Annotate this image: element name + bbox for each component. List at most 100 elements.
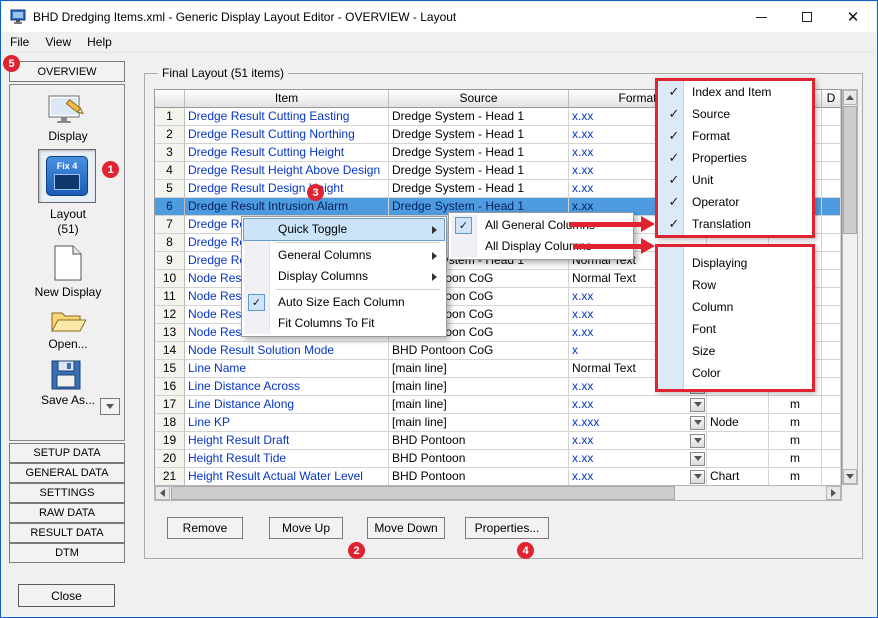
row-number[interactable]: 9: [155, 252, 185, 270]
cell-display[interactable]: [822, 216, 841, 234]
row-number[interactable]: 3: [155, 144, 185, 162]
cell-display[interactable]: [822, 288, 841, 306]
cell-display[interactable]: [822, 198, 841, 216]
cell-display[interactable]: [822, 396, 841, 414]
cell-format[interactable]: x.xxx: [569, 414, 707, 432]
row-number[interactable]: 15: [155, 360, 185, 378]
cell-source[interactable]: Dredge System - Head 1: [389, 144, 569, 162]
menu-item-general-columns[interactable]: General Columns: [244, 245, 444, 266]
column-toggle-index-and-item[interactable]: ✓Index and Item: [658, 81, 812, 103]
format-dropdown-button[interactable]: [690, 398, 705, 412]
sidebar-item-general-data[interactable]: GENERAL DATA: [9, 463, 125, 483]
cell-display[interactable]: [822, 234, 841, 252]
row-number[interactable]: 17: [155, 396, 185, 414]
cell-source[interactable]: BHD Pontoon: [389, 450, 569, 468]
sidebar-overview-button[interactable]: OVERVIEW: [9, 61, 125, 82]
menu-file[interactable]: File: [2, 33, 37, 51]
column-header-d[interactable]: D: [822, 90, 841, 108]
cell-display[interactable]: [822, 450, 841, 468]
cell-display[interactable]: [822, 468, 841, 486]
save-as-button[interactable]: [50, 359, 82, 394]
cell-format[interactable]: x.xx: [569, 468, 707, 486]
cell-properties[interactable]: [707, 432, 769, 450]
cell-unit[interactable]: m: [769, 468, 822, 486]
display-button[interactable]: [48, 95, 86, 132]
row-number[interactable]: 12: [155, 306, 185, 324]
cell-display[interactable]: [822, 342, 841, 360]
column-toggle-translation[interactable]: ✓Translation: [658, 213, 812, 235]
row-number[interactable]: 13: [155, 324, 185, 342]
move-down-button[interactable]: Move Down: [367, 517, 445, 539]
row-number[interactable]: 21: [155, 468, 185, 486]
cell-display[interactable]: [822, 180, 841, 198]
row-number[interactable]: 10: [155, 270, 185, 288]
column-header-0[interactable]: [155, 90, 185, 108]
column-toggle-operator[interactable]: ✓Operator: [658, 191, 812, 213]
cell-unit[interactable]: m: [769, 396, 822, 414]
cell-source[interactable]: [main line]: [389, 414, 569, 432]
cell-format[interactable]: x.xx: [569, 432, 707, 450]
row-number[interactable]: 16: [155, 378, 185, 396]
vertical-scrollbar[interactable]: [842, 89, 858, 485]
cell-unit[interactable]: m: [769, 432, 822, 450]
column-toggle-color[interactable]: Color: [658, 362, 812, 384]
column-toggle-displaying[interactable]: Displaying: [658, 252, 812, 274]
cell-source[interactable]: BHD Pontoon CoG: [389, 342, 569, 360]
row-number[interactable]: 8: [155, 234, 185, 252]
format-dropdown-button[interactable]: [690, 452, 705, 466]
properties-button[interactable]: Properties...: [465, 517, 549, 539]
column-toggle-size[interactable]: Size: [658, 340, 812, 362]
cell-properties[interactable]: Chart: [707, 468, 769, 486]
menu-help[interactable]: Help: [79, 33, 120, 51]
sidebar-item-setup-data[interactable]: SETUP DATA: [9, 443, 125, 463]
cell-item[interactable]: Line Distance Across: [185, 378, 389, 396]
row-number[interactable]: 18: [155, 414, 185, 432]
menu-item-auto-size-each-column[interactable]: ✓Auto Size Each Column: [244, 292, 444, 313]
cell-item[interactable]: Dredge Result Cutting Easting: [185, 108, 389, 126]
cell-item[interactable]: Dredge Result Intrusion Alarm: [185, 198, 389, 216]
column-toggle-format[interactable]: ✓Format: [658, 125, 812, 147]
cell-display[interactable]: [822, 126, 841, 144]
format-dropdown-button[interactable]: [690, 416, 705, 430]
cell-item[interactable]: Line Distance Along: [185, 396, 389, 414]
column-header-item[interactable]: Item: [185, 90, 389, 108]
sidebar-item-raw-data[interactable]: RAW DATA: [9, 503, 125, 523]
cell-source[interactable]: [main line]: [389, 360, 569, 378]
scroll-up-button[interactable]: [843, 90, 857, 105]
menu-view[interactable]: View: [37, 33, 79, 51]
row-number[interactable]: 19: [155, 432, 185, 450]
cell-item[interactable]: Height Result Draft: [185, 432, 389, 450]
cell-display[interactable]: [822, 108, 841, 126]
cell-display[interactable]: [822, 144, 841, 162]
scroll-right-button[interactable]: [826, 486, 841, 500]
cell-display[interactable]: [822, 360, 841, 378]
close-window-button[interactable]: ✕: [830, 2, 876, 32]
column-toggle-font[interactable]: Font: [658, 318, 812, 340]
cell-source[interactable]: Dredge System - Head 1: [389, 126, 569, 144]
cell-source[interactable]: Dredge System - Head 1: [389, 108, 569, 126]
move-up-button[interactable]: Move Up: [269, 517, 343, 539]
remove-button[interactable]: Remove: [167, 517, 243, 539]
cell-display[interactable]: [822, 270, 841, 288]
menu-item-quick-toggle[interactable]: Quick Toggle: [244, 219, 444, 240]
cell-item[interactable]: Line Name: [185, 360, 389, 378]
cell-format[interactable]: x.xx: [569, 450, 707, 468]
format-dropdown-button[interactable]: [690, 470, 705, 484]
new-display-button[interactable]: [53, 245, 83, 284]
open-button[interactable]: [50, 307, 86, 338]
menu-item-display-columns[interactable]: Display Columns: [244, 266, 444, 287]
cell-source[interactable]: [main line]: [389, 378, 569, 396]
minimize-button[interactable]: [738, 2, 784, 32]
sidebar-item-settings[interactable]: SETTINGS: [9, 483, 125, 503]
sidebar-item-result-data[interactable]: RESULT DATA: [9, 523, 125, 543]
cell-display[interactable]: [822, 378, 841, 396]
cell-display[interactable]: [822, 162, 841, 180]
cell-item[interactable]: Height Result Actual Water Level: [185, 468, 389, 486]
cell-item[interactable]: Line KP: [185, 414, 389, 432]
format-dropdown-button[interactable]: [690, 434, 705, 448]
cell-display[interactable]: [822, 432, 841, 450]
column-header-source[interactable]: Source: [389, 90, 569, 108]
cell-source[interactable]: [main line]: [389, 396, 569, 414]
layout-button[interactable]: Fix 4: [38, 149, 96, 203]
cell-source[interactable]: Dredge System - Head 1: [389, 162, 569, 180]
